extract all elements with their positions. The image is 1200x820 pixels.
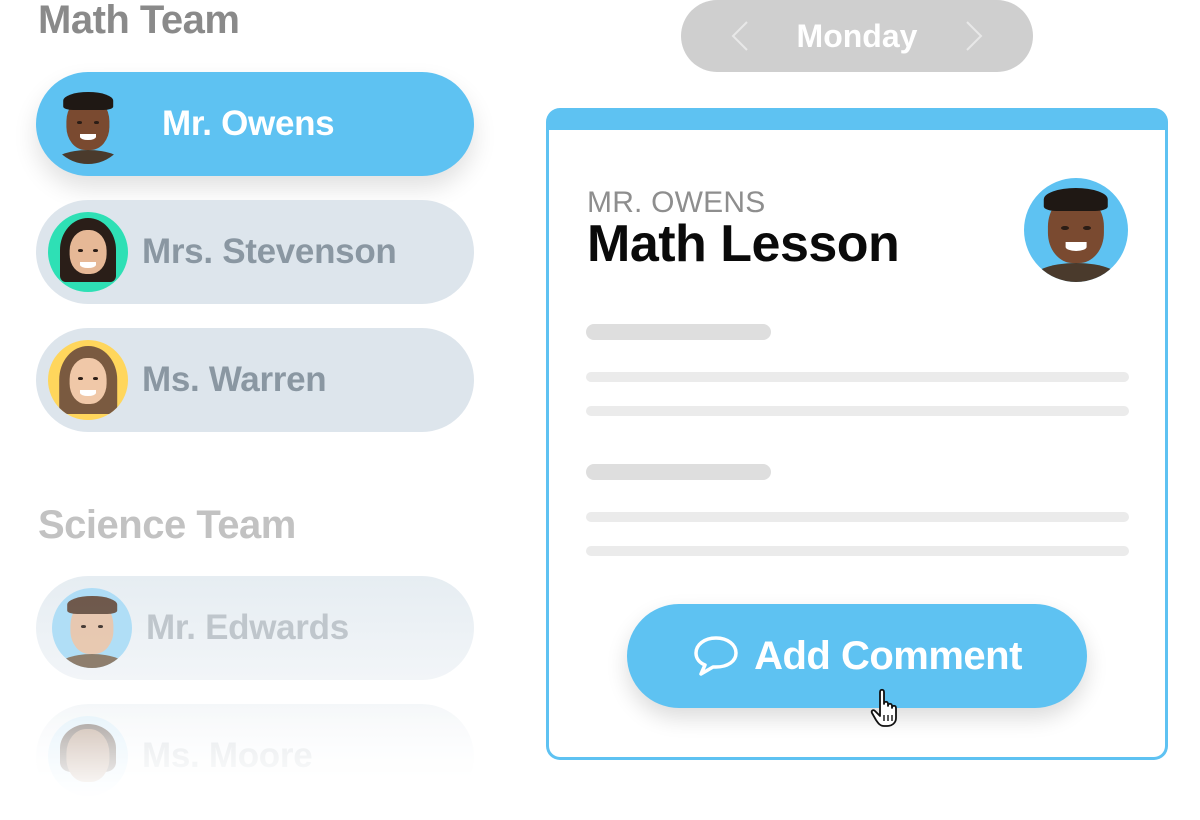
content-placeholder-line	[586, 406, 1129, 416]
teacher-name: Ms. Moore	[142, 736, 313, 775]
teacher-item-mrs-stevenson[interactable]: Mrs. Stevenson	[36, 200, 474, 304]
teacher-name: Mr. Owens	[162, 104, 335, 143]
teacher-item-mr-edwards[interactable]: Mr. Edwards	[36, 576, 474, 680]
hand-cursor-icon	[870, 688, 897, 727]
day-switcher: Monday	[681, 0, 1033, 72]
teacher-item-ms-warren[interactable]: Ms. Warren	[36, 328, 474, 432]
lesson-card: MR. OWENS Math Lesson Add Comment	[546, 108, 1168, 760]
teacher-name: Mrs. Stevenson	[142, 232, 397, 271]
speech-bubble-icon	[694, 636, 738, 676]
science-team-heading: Science Team	[38, 503, 296, 547]
avatar	[52, 588, 132, 668]
content-placeholder-line	[586, 512, 1129, 522]
chevron-right-icon[interactable]	[959, 20, 989, 52]
teacher-item-mr-owens[interactable]: Mr. Owens	[36, 72, 474, 176]
teacher-avatar	[1024, 178, 1128, 282]
content-placeholder-heading	[586, 464, 771, 480]
content-placeholder-line	[586, 372, 1129, 382]
add-comment-label: Add Comment	[754, 633, 1022, 678]
current-day: Monday	[796, 17, 918, 54]
avatar	[48, 212, 128, 292]
content-placeholder-line	[586, 546, 1129, 556]
avatar	[48, 340, 128, 420]
avatar	[48, 84, 128, 164]
add-comment-button[interactable]: Add Comment	[627, 604, 1087, 708]
teacher-name: Ms. Warren	[142, 360, 327, 399]
teacher-name: Mr. Edwards	[146, 608, 349, 647]
avatar	[48, 716, 128, 796]
teacher-item-ms-moore[interactable]: Ms. Moore	[36, 704, 474, 808]
lesson-title: Math Lesson	[587, 215, 900, 273]
chevron-left-icon[interactable]	[725, 20, 755, 52]
math-team-heading: Math Team	[38, 0, 240, 42]
content-placeholder-heading	[586, 324, 771, 340]
